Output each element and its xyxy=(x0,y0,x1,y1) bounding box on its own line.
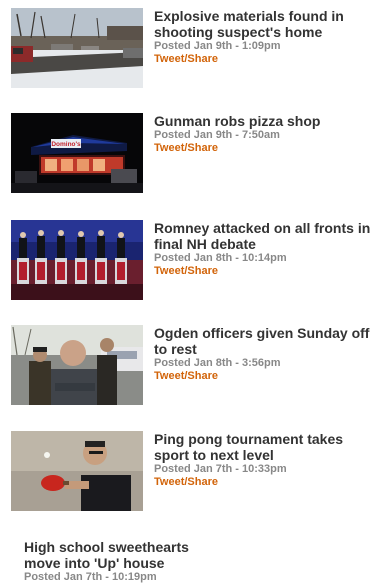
tweet-share-link[interactable]: Tweet/Share xyxy=(154,142,374,155)
story-headline-link[interactable]: Gunman robs pizza shop xyxy=(154,113,374,129)
tweet-share-link[interactable]: Tweet/Share xyxy=(154,476,374,489)
story-posted-date: Posted Jan 9th - 1:09pm xyxy=(154,40,281,52)
story-headline-link[interactable]: Explosive materials found in shooting su… xyxy=(154,8,374,40)
story-headline-link[interactable]: Romney attacked on all fronts in final N… xyxy=(154,220,374,252)
story-thumbnail-ping-pong[interactable] xyxy=(11,431,143,511)
story-posted-date: Posted Jan 7th - 10:33pm xyxy=(154,463,287,475)
story-posted-date: Posted Jan 8th - 3:56pm xyxy=(154,357,281,369)
tweet-share-link[interactable]: Tweet/Share xyxy=(154,53,374,66)
story-thumbnail-snowy-street[interactable] xyxy=(11,8,143,88)
officers-photo xyxy=(11,325,143,405)
story-posted-date: Posted Jan 7th - 10:19pm xyxy=(24,571,157,583)
story-text: High school sweethearts move into 'Up' h… xyxy=(24,539,364,584)
story-headline-link[interactable]: Ogden officers given Sunday off to rest xyxy=(154,325,374,357)
story-thumbnail-pizza-shop[interactable]: Domino's xyxy=(11,113,143,193)
ping-pong-player-photo xyxy=(11,431,143,511)
story-posted-date: Posted Jan 8th - 10:14pm xyxy=(154,252,287,264)
story-headline-link[interactable]: High school sweethearts move into 'Up' h… xyxy=(24,539,224,571)
story-thumbnail-officers[interactable] xyxy=(11,325,143,405)
story-headline-link[interactable]: Ping pong tournament takes sport to next… xyxy=(154,431,374,463)
story-text: Ping pong tournament takes sport to next… xyxy=(154,431,374,489)
domino-sign-text: Domino's xyxy=(51,141,81,148)
story-posted-date: Posted Jan 9th - 7:50am xyxy=(154,129,280,141)
story-text: Gunman robs pizza shop Posted Jan 9th - … xyxy=(154,113,374,155)
story-thumbnail-debate[interactable] xyxy=(11,220,143,300)
pizza-shop-night-photo: Domino's xyxy=(11,113,143,193)
tweet-share-link[interactable]: Tweet/Share xyxy=(154,265,374,278)
tweet-share-link[interactable]: Tweet/Share xyxy=(154,370,374,383)
story-text: Romney attacked on all fronts in final N… xyxy=(154,220,374,278)
debate-stage-photo xyxy=(11,220,143,300)
story-text: Explosive materials found in shooting su… xyxy=(154,8,374,66)
snowy-street-photo xyxy=(11,8,143,88)
story-text: Ogden officers given Sunday off to rest … xyxy=(154,325,374,383)
